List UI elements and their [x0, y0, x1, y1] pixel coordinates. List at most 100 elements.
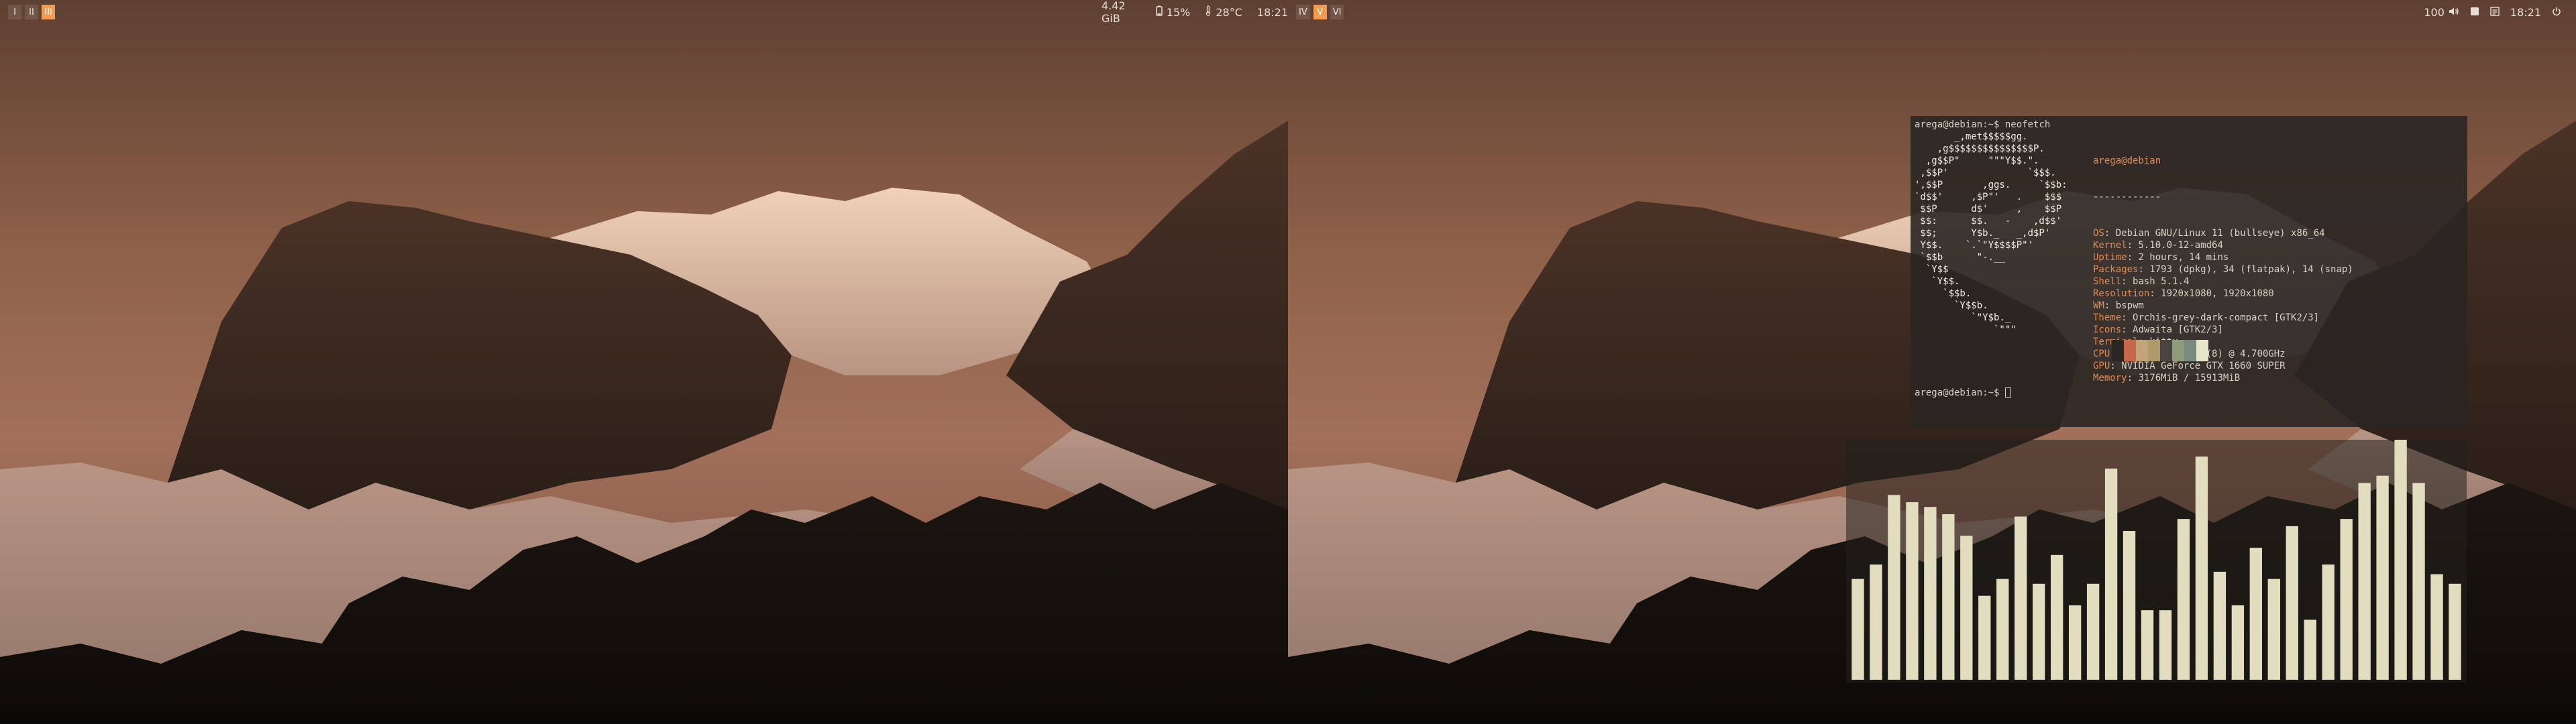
top-bar: IV V VI 100 18:21	[1288, 0, 2576, 24]
separator: ------------	[2093, 192, 2161, 202]
visualizer-bar	[2249, 548, 2263, 680]
info-key: Shell	[2093, 276, 2122, 287]
visualizer-bar	[2449, 583, 2461, 680]
memory-usage: 4.42 GiB	[1102, 0, 1126, 25]
visualizer-bar	[2394, 440, 2407, 680]
text-cursor	[2004, 387, 2011, 398]
right-monitor: IV V VI 100 18:21 arega@debian:~$ neofet…	[1288, 0, 2576, 724]
info-row: Theme: Orchis-grey-dark-compact [GTK2/3]	[2093, 312, 2320, 323]
info-row: Kernel: 5.10.0-12-amd64	[2093, 240, 2223, 251]
info-value: Adwaita [GTK2/3]	[2133, 324, 2223, 335]
visualizer-bar	[2304, 619, 2316, 680]
user-host: arega@debian	[2093, 156, 2161, 166]
workspace-button-4[interactable]: IV	[1296, 5, 1310, 19]
color-swatch	[2148, 340, 2160, 361]
prompt: arega@debian:~$	[1915, 119, 2000, 130]
visualizer-bar	[2340, 519, 2353, 680]
info-key: GPU	[2093, 361, 2110, 371]
workspace-switcher: IV V VI	[1296, 5, 1344, 19]
debian-ascii-logo: _,met$$$$$gg. ,g$$$$$$$$$$$$$$$P. ,g$$P"…	[1915, 131, 2068, 335]
color-palette	[2112, 340, 2208, 361]
info-row: Shell: bash 5.1.4	[2093, 276, 2190, 287]
visualizer-bar	[1906, 502, 1919, 680]
notification-icon[interactable]	[2470, 6, 2479, 19]
temperature-module: 28°C	[1205, 5, 1242, 19]
clock: 18:21	[1256, 5, 1288, 19]
workspace-button-3[interactable]: III	[42, 5, 55, 19]
visualizer-bar	[1960, 536, 1973, 680]
info-key: Packages	[2093, 264, 2139, 275]
clock: 18:21	[2510, 5, 2541, 19]
volume-value: 100	[2424, 5, 2445, 19]
workspace-button-5[interactable]: V	[1313, 5, 1327, 19]
color-swatch	[2136, 340, 2148, 361]
color-swatch	[2184, 340, 2196, 361]
terminal-window[interactable]: arega@debian:~$ neofetch _,met$$$$$gg. ,…	[1911, 116, 2467, 427]
visualizer-bar	[2123, 531, 2136, 680]
workspace-button-1[interactable]: I	[8, 5, 21, 19]
visualizer-bar	[2430, 574, 2443, 680]
info-value: 3176MiB / 15913MiB	[2138, 373, 2241, 383]
info-key: Kernel	[2093, 240, 2127, 251]
info-value: 5.10.0-12-amd64	[2138, 240, 2223, 251]
info-row: GPU: NVIDIA GeForce GTX 1660 SUPER	[2093, 361, 2286, 371]
visualizer-bar	[2267, 579, 2280, 680]
thermometer-icon	[1205, 5, 1212, 19]
info-value: Debian GNU/Linux 11 (bullseye) x86_64	[2115, 228, 2325, 239]
mountain-wallpaper	[0, 0, 1288, 724]
active-prompt-line[interactable]: arega@debian:~$	[1915, 387, 2011, 399]
visualizer-bar	[1851, 579, 1864, 680]
color-swatch	[2160, 340, 2172, 361]
workspace-button-6[interactable]: VI	[1330, 5, 1344, 19]
top-bar: I II III 4.42 GiB 15% 28°C 18:21	[0, 0, 1288, 25]
info-key: Memory	[2093, 373, 2127, 383]
temperature-value: 28°C	[1216, 5, 1242, 19]
info-row: OS: Debian GNU/Linux 11 (bullseye) x86_6…	[2093, 228, 2325, 239]
visualizer-bar	[2015, 516, 2027, 680]
info-row: Resolution: 1920x1080, 1920x1080	[2093, 288, 2274, 299]
info-row: WM: bspwm	[2093, 300, 2144, 311]
info-value: bash 5.1.4	[2133, 276, 2190, 287]
color-swatch	[2112, 340, 2124, 361]
system-info: arega@debian ------------ OS: Debian GNU…	[2093, 131, 2353, 408]
info-key: CPU	[2093, 349, 2110, 359]
status-modules: 100 18:21	[2424, 0, 2561, 24]
visualizer-bars	[1851, 440, 2461, 680]
left-monitor: I II III 4.42 GiB 15% 28°C 18:21	[0, 0, 1288, 724]
power-icon[interactable]	[2552, 6, 2561, 19]
volume-module[interactable]: 100	[2424, 6, 2459, 19]
visualizer-bar	[1888, 495, 1900, 680]
info-value: NVIDIA GeForce GTX 1660 SUPER	[2121, 361, 2286, 371]
workspace-switcher: I II III	[8, 5, 55, 19]
battery-icon	[1156, 5, 1163, 19]
visualizer-bar	[2050, 554, 2063, 680]
battery-module: 15%	[1156, 5, 1191, 19]
info-row: Uptime: 2 hours, 14 mins	[2093, 252, 2229, 263]
speaker-icon	[2449, 6, 2459, 19]
visualizer-bar	[2141, 610, 2154, 680]
workspace-button-2[interactable]: II	[25, 5, 38, 19]
clipboard-list-icon[interactable]	[2490, 6, 2500, 19]
prompt: arega@debian:~$	[1915, 387, 2000, 398]
status-modules: 4.42 GiB 15% 28°C 18:21	[1102, 0, 1288, 25]
visualizer-bar	[2231, 605, 2245, 680]
visualizer-bar	[2086, 583, 2100, 680]
visualizer-bar	[2159, 610, 2172, 680]
battery-percent: 15%	[1166, 5, 1191, 19]
visualizer-bar	[1870, 564, 1882, 680]
color-swatch	[2124, 340, 2136, 361]
visualizer-bar	[1978, 595, 1991, 680]
visualizer-bar	[1942, 514, 1955, 680]
info-value: 2 hours, 14 mins	[2138, 252, 2229, 263]
visualizer-bar	[2033, 583, 2045, 680]
info-value: 1920x1080, 1920x1080	[2161, 288, 2274, 299]
info-row: Icons: Adwaita [GTK2/3]	[2093, 324, 2223, 335]
audio-visualizer	[1846, 440, 2467, 682]
color-swatch	[2196, 340, 2208, 361]
info-key: WM	[2093, 300, 2104, 311]
info-key: Uptime	[2093, 252, 2127, 263]
visualizer-bar	[2195, 457, 2208, 680]
command-line: arega@debian:~$ neofetch	[1915, 119, 2050, 131]
info-value: Orchis-grey-dark-compact [GTK2/3]	[2133, 312, 2320, 323]
visualizer-bar	[1924, 507, 1937, 680]
